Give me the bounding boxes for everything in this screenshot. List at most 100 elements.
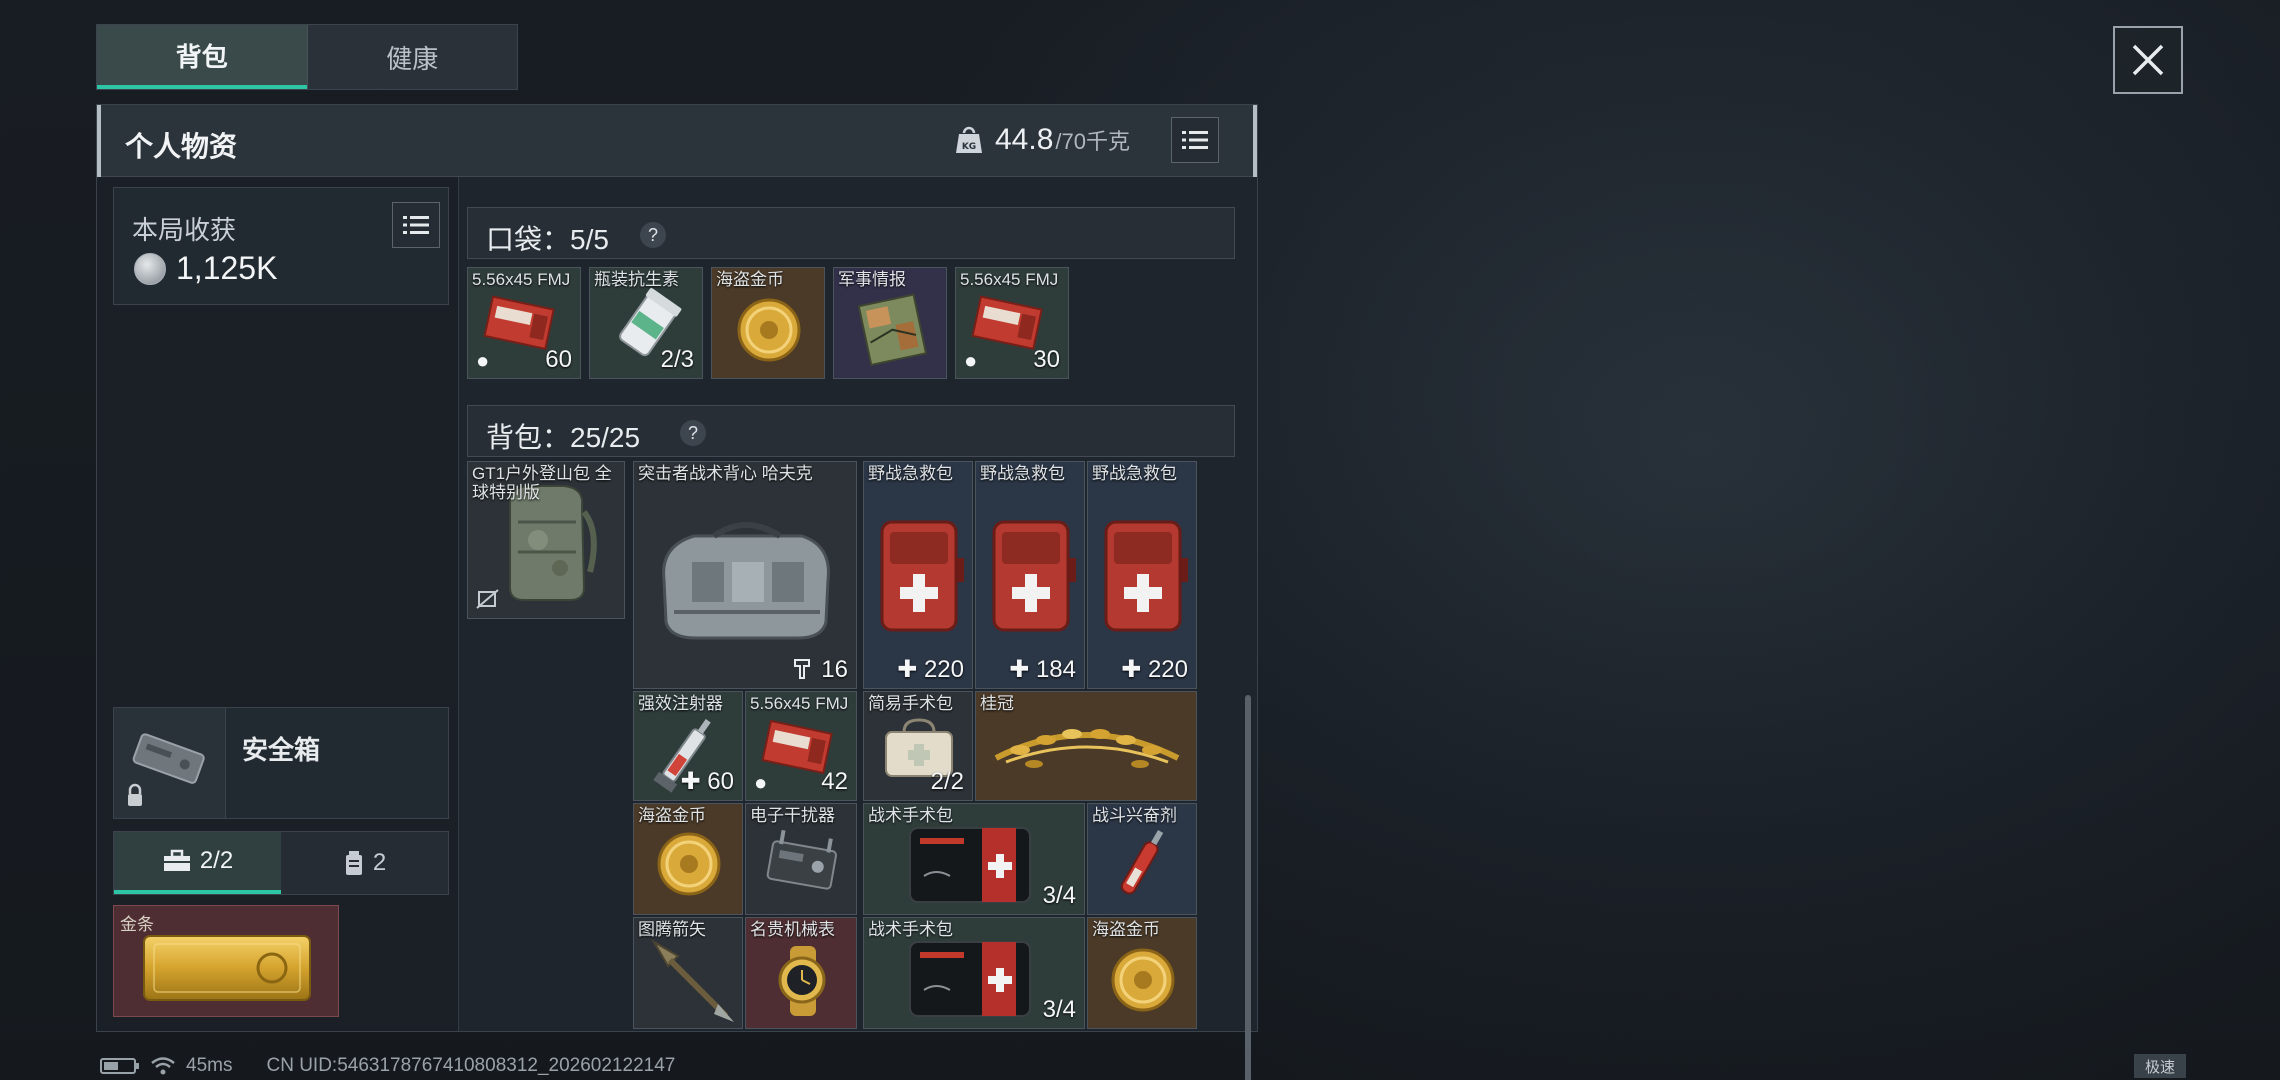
tactical-vest-icon [662, 522, 830, 640]
backpack-item-medkit[interactable]: 野战急救包 ✚ 220 [863, 461, 973, 689]
pocket-header: 口袋：5/5 ? [467, 207, 1235, 259]
item-name: 突击者战术背心 哈夫克 [638, 464, 813, 483]
harvest-card: 本局收获 1,125K [113, 187, 449, 305]
harvest-list-button[interactable] [392, 202, 440, 248]
item-count: ✚ 184 [1009, 656, 1076, 683]
currency-coin-icon [134, 252, 166, 285]
panel-header: 个人物资 KG 44.8 /70千克 [97, 105, 1257, 177]
tab-health[interactable]: 健康 [306, 25, 518, 89]
backpack-item-surgical-kit[interactable]: 战术手术包 3/4 [863, 803, 1085, 915]
ping-value: 45ms [186, 1055, 233, 1076]
top-tabs: 背包 健康 [96, 24, 518, 90]
item-name: 海盗金币 [1092, 920, 1160, 939]
backpack-item-medkit[interactable]: 野战急救包 ✚ 220 [1087, 461, 1197, 689]
backpack-item-surgery-bag[interactable]: 简易手术包 2/2 [863, 691, 973, 801]
safe-box-icon [128, 733, 205, 806]
item-name: 野战急救包 [980, 464, 1065, 483]
toolbox-icon [163, 849, 190, 871]
backpack-item-ammo[interactable]: 5.56x45 FMJ ● 42 [745, 691, 857, 801]
item-count: ✚ 220 [897, 656, 964, 683]
harvest-amount: 1,125K [176, 250, 278, 286]
gold-bar-icon [143, 935, 311, 1001]
gold-bar-slot[interactable]: 金条 [113, 905, 339, 1017]
weight-max: /70千克 [1055, 129, 1130, 154]
header-accent-right [1253, 105, 1257, 177]
safe-box-label: 安全箱 [242, 735, 321, 765]
inventory-scrollbar[interactable] [1245, 695, 1251, 1080]
battery-icon [100, 1058, 139, 1074]
weight-icon: KG [956, 126, 982, 153]
backpack-item-stim[interactable]: 战斗兴奋剂 [1087, 803, 1197, 915]
sort-button[interactable] [1171, 117, 1219, 163]
item-count: 2/2 [930, 768, 964, 795]
item-name: 名贵机械表 [750, 920, 835, 939]
durability-value: 220 [923, 656, 964, 683]
item-name: 图腾箭矢 [638, 920, 706, 939]
item-name: GT1户外登山包 全球特别版 [472, 464, 612, 502]
no-insure-icon [476, 589, 499, 609]
backpack-item-syringe[interactable]: 强效注射器 ✚ 60 [633, 691, 743, 801]
svg-text:KG: KG [962, 142, 976, 152]
uid-text: CN UID:5463178767410808312_202602122147 [266, 1055, 676, 1076]
item-name: 5.56x45 FMJ [750, 694, 849, 713]
close-button[interactable] [2113, 26, 2183, 94]
tab-canister[interactable]: 2 [281, 832, 448, 894]
pocket-slot[interactable]: 军事情报 [833, 267, 947, 379]
item-count: ✚ 60 [680, 768, 734, 795]
durability-icon [794, 659, 810, 679]
item-name: 强效注射器 [638, 694, 723, 713]
equipped-backpack-slot[interactable]: GT1户外登山包 全球特别版 [467, 461, 625, 619]
item-name: 野战急救包 [1092, 464, 1177, 483]
status-bar: 45ms CN UID:5463178767410808312_20260212… [100, 1054, 675, 1078]
item-name: 桂冠 [980, 694, 1014, 713]
backpack-item-watch[interactable]: 名贵机械表 [745, 917, 857, 1029]
harvest-value: 1,125K [134, 250, 277, 287]
left-column: 本局收获 1,125K 安全箱 2/2 2 金条 [97, 177, 459, 1031]
ammo-dot-icon: ● [964, 348, 978, 373]
durability-value: 60 [707, 768, 734, 795]
safe-box-image [114, 708, 226, 818]
tab-toolbox[interactable]: 2/2 [114, 832, 281, 894]
pocket-slot[interactable]: 瓶装抗生素 2/3 [589, 267, 703, 379]
item-count: 30 [1033, 346, 1060, 373]
safe-box[interactable]: 安全箱 [113, 707, 449, 819]
pocket-slot[interactable]: 5.56x45 FMJ ● 60 [467, 267, 581, 379]
panel-title: 个人物资 [125, 131, 238, 162]
backpack-item-surgical-kit[interactable]: 战术手术包 3/4 [863, 917, 1085, 1029]
tab-backpack[interactable]: 背包 [97, 25, 307, 89]
item-count: ✚ 220 [1121, 656, 1188, 683]
pocket-help-button[interactable]: ? [640, 222, 666, 248]
item-name: 战术手术包 [868, 806, 953, 825]
pocket-label: 口袋：5/5 [486, 224, 609, 255]
harvest-label: 本局收获 [132, 215, 237, 245]
weight-current: 44.8 [995, 123, 1054, 156]
list-icon [1182, 131, 1208, 149]
wifi-icon [151, 1057, 175, 1075]
backpack-header: 背包：25/25 ? [467, 405, 1235, 457]
backpack-help-button[interactable]: ? [680, 420, 706, 446]
item-count: 42 [821, 768, 848, 795]
item-name: 5.56x45 FMJ [472, 270, 571, 289]
item-count: 3/4 [1042, 996, 1076, 1023]
pocket-slot[interactable]: 5.56x45 FMJ ● 30 [955, 267, 1069, 379]
list-icon [403, 216, 429, 234]
inventory-panel: 个人物资 KG 44.8 /70千克 本局收获 1,125K 安全箱 2/2 2… [96, 104, 1258, 1080]
backpack-item-medkit[interactable]: 野战急救包 ✚ 184 [975, 461, 1085, 689]
backpack-label: 背包：25/25 [486, 422, 641, 453]
ammo-dot-icon: ● [476, 348, 490, 373]
canister-icon [345, 851, 362, 875]
backpack-item-jammer[interactable]: 电子干扰器 [745, 803, 857, 915]
backpack-item-arrow[interactable]: 图腾箭矢 [633, 917, 743, 1029]
item-name: 简易手术包 [868, 694, 953, 713]
header-accent-left [97, 105, 101, 177]
backpack-item-crown[interactable]: 桂冠 [975, 691, 1197, 801]
item-count: 3/4 [1042, 882, 1076, 909]
pocket-slot[interactable]: 海盗金币 [711, 267, 825, 379]
backpack-item-coin[interactable]: 海盗金币 [633, 803, 743, 915]
ammo-dot-icon: ● [754, 770, 768, 795]
durability-value: 184 [1035, 656, 1076, 683]
backpack-item-vest[interactable]: 突击者战术背心 哈夫克 16 [633, 461, 857, 689]
item-name: 野战急救包 [868, 464, 953, 483]
item-count: 16 [821, 656, 848, 683]
backpack-item-coin[interactable]: 海盗金币 [1087, 917, 1197, 1029]
